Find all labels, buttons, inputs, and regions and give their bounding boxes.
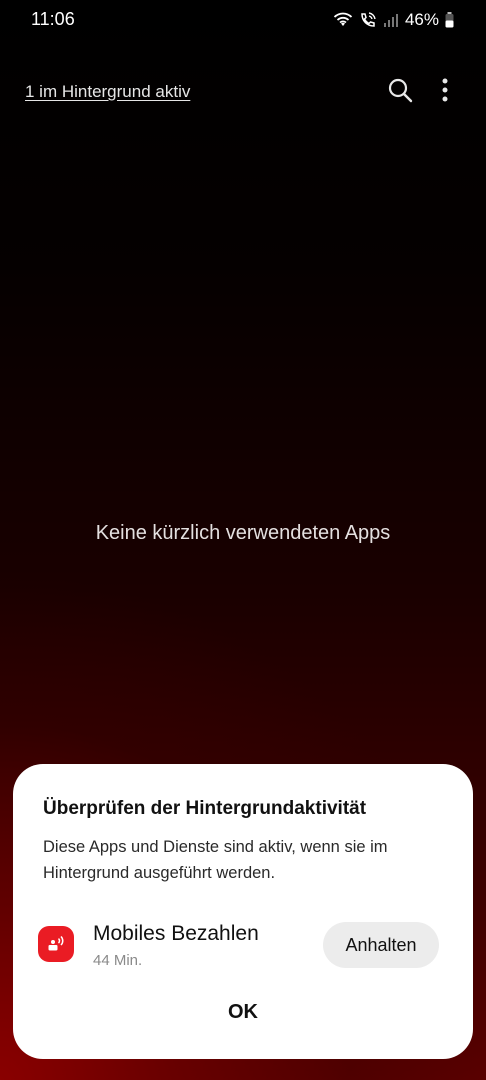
app-name: Mobiles Bezahlen bbox=[93, 922, 259, 945]
background-activity-dialog: Überprüfen der Hintergrundaktivität Dies… bbox=[13, 764, 473, 1059]
ok-button[interactable]: OK bbox=[193, 994, 293, 1030]
battery-percent: 46% bbox=[404, 10, 439, 29]
wifi-call-icon bbox=[359, 11, 377, 29]
sparkasse-pay-icon bbox=[38, 926, 74, 962]
status-bar: 11:06 46% bbox=[0, 0, 486, 40]
stop-button[interactable]: Anhalten bbox=[323, 922, 439, 968]
search-icon bbox=[387, 77, 413, 108]
empty-state-text: Keine kürzlich verwendeten Apps bbox=[95, 522, 391, 544]
background-active-link[interactable]: 1 im Hintergrund aktiv bbox=[25, 82, 190, 102]
more-options-button[interactable] bbox=[431, 78, 459, 106]
wifi-icon bbox=[333, 12, 353, 28]
battery-icon bbox=[445, 12, 454, 28]
signal-icon bbox=[383, 12, 399, 28]
app-time: 44 Min. bbox=[93, 952, 143, 969]
dialog-title: Überprüfen der Hintergrundaktivität bbox=[43, 798, 367, 819]
status-icons: 46% bbox=[333, 8, 454, 32]
more-options-icon bbox=[441, 77, 449, 108]
search-button[interactable] bbox=[386, 78, 414, 106]
status-time: 11:06 bbox=[31, 9, 75, 29]
dialog-description: Diese Apps und Dienste sind aktiv, wenn … bbox=[43, 838, 388, 882]
